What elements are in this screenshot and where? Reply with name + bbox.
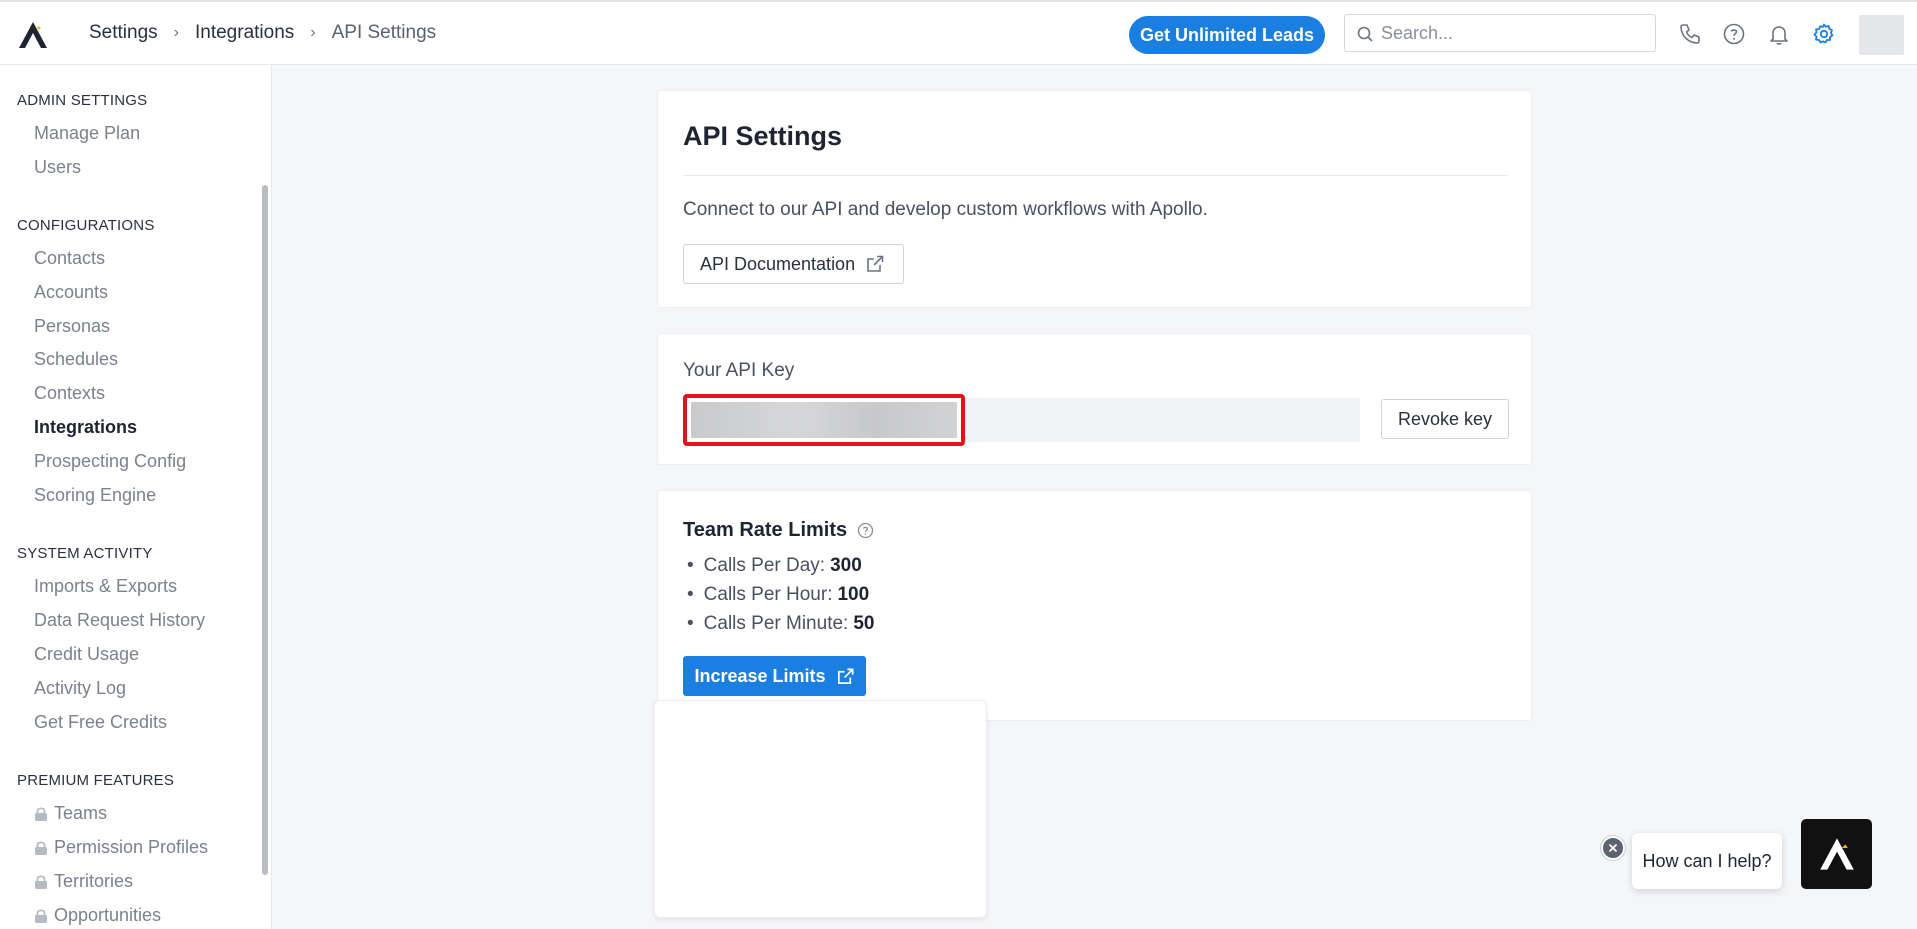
sidebar-item-activity-log[interactable]: Activity Log xyxy=(34,678,126,699)
bell-icon[interactable] xyxy=(1767,22,1791,46)
chat-close-button[interactable] xyxy=(1601,836,1625,860)
rate-limits-heading: Team Rate Limits xyxy=(683,519,874,542)
chevron-right-icon: › xyxy=(310,24,316,41)
breadcrumb: Settings › Integrations › API Settings xyxy=(89,22,436,44)
apollo-logo-icon xyxy=(1819,838,1854,870)
api-documentation-button[interactable]: API Documentation xyxy=(683,244,904,284)
list-item: Calls Per Day:300 xyxy=(683,551,874,580)
sidebar-item-get-free-credits[interactable]: Get Free Credits xyxy=(34,712,167,733)
sidebar-item-opportunities[interactable]: Opportunities xyxy=(34,905,161,926)
rate-limits-title: Team Rate Limits xyxy=(683,519,848,541)
search-input[interactable] xyxy=(1381,21,1641,45)
increase-limits-label: Increase Limits xyxy=(694,665,826,686)
chevron-right-icon: › xyxy=(173,24,179,41)
lock-icon xyxy=(35,840,47,855)
sidebar-item-schedules[interactable]: Schedules xyxy=(34,349,118,370)
sidebar-scrollbar[interactable] xyxy=(262,185,268,875)
sidebar-item-label: Territories xyxy=(54,871,134,891)
sidebar-item-label: Permission Profiles xyxy=(54,837,209,857)
search-box[interactable] xyxy=(1344,14,1656,52)
get-unlimited-leads-button[interactable]: Get Unlimited Leads xyxy=(1129,16,1325,54)
api-key-field[interactable] xyxy=(683,394,1360,446)
sidebar-item-accounts[interactable]: Accounts xyxy=(34,282,108,303)
api-key-label: Your API Key xyxy=(683,360,795,381)
api-key-highlight xyxy=(683,394,965,446)
sidebar-item-scoring-engine[interactable]: Scoring Engine xyxy=(34,485,156,506)
sidebar-item-permission-profiles[interactable]: Permission Profiles xyxy=(34,837,208,858)
lock-icon xyxy=(35,874,47,889)
list-item: Calls Per Minute:50 xyxy=(683,609,875,638)
list-item: Calls Per Hour:100 xyxy=(683,580,874,609)
sidebar-item-users[interactable]: Users xyxy=(34,157,81,178)
sidebar-item-integrations[interactable]: Integrations xyxy=(34,417,137,438)
sidebar-item-label: Teams xyxy=(54,803,108,823)
rate-limits-list: Calls Per Day:300 Calls Per Hour:100 Cal… xyxy=(683,551,875,638)
limit-value: 100 xyxy=(837,584,870,605)
limit-value: 50 xyxy=(853,613,875,634)
api-documentation-label: API Documentation xyxy=(700,253,856,274)
breadcrumb-settings[interactable]: Settings xyxy=(89,22,158,44)
sidebar-item-imports-exports[interactable]: Imports & Exports xyxy=(34,576,177,597)
sidebar-item-personas[interactable]: Personas xyxy=(34,316,110,337)
sidebar-item-credit-usage[interactable]: Credit Usage xyxy=(34,644,139,665)
limit-label: Calls Per Day: xyxy=(703,555,826,576)
limit-label: Calls Per Hour: xyxy=(703,584,833,605)
lock-icon xyxy=(35,806,47,821)
api-description: Connect to our API and develop custom wo… xyxy=(683,199,1208,220)
limit-label: Calls Per Minute: xyxy=(703,613,849,634)
section-title-configurations: CONFIGURATIONS xyxy=(17,217,155,234)
sidebar-item-data-request-history[interactable]: Data Request History xyxy=(34,610,205,631)
limit-value: 300 xyxy=(830,555,862,576)
avatar[interactable] xyxy=(1859,15,1904,55)
sidebar-item-territories[interactable]: Territories xyxy=(34,871,133,892)
page-title: API Settings xyxy=(683,121,843,151)
api-settings-card: API Settings Connect to our API and deve… xyxy=(657,90,1532,308)
sidebar-item-manage-plan[interactable]: Manage Plan xyxy=(34,123,140,144)
empty-popover-panel xyxy=(654,700,987,918)
sidebar-item-teams[interactable]: Teams xyxy=(34,803,107,824)
increase-limits-button[interactable]: Increase Limits xyxy=(683,656,866,696)
help-icon[interactable] xyxy=(857,522,874,539)
help-icon[interactable] xyxy=(1722,22,1746,46)
sidebar-item-contacts[interactable]: Contacts xyxy=(34,248,105,269)
rate-limits-card: Team Rate Limits Calls Per Day:300 Calls… xyxy=(657,490,1532,721)
breadcrumb-integrations[interactable]: Integrations xyxy=(195,22,294,44)
phone-icon[interactable] xyxy=(1678,22,1702,46)
sidebar-item-prospecting-config[interactable]: Prospecting Config xyxy=(34,451,186,472)
section-title-system-activity: SYSTEM ACTIVITY xyxy=(17,545,153,562)
search-icon xyxy=(1357,26,1373,42)
chat-prompt-bubble[interactable]: How can I help? xyxy=(1632,833,1782,889)
api-key-redacted-value[interactable] xyxy=(691,402,957,438)
settings-sidebar: ADMIN SETTINGS Manage Plan Users CONFIGU… xyxy=(0,65,272,929)
external-link-icon xyxy=(867,255,884,272)
divider xyxy=(683,175,1508,176)
breadcrumb-api-settings: API Settings xyxy=(331,22,437,43)
chat-launcher-button[interactable] xyxy=(1801,819,1872,889)
external-link-icon xyxy=(837,668,854,684)
sidebar-item-label: Opportunities xyxy=(54,905,162,925)
gear-icon[interactable] xyxy=(1812,22,1836,46)
section-title-admin-settings: ADMIN SETTINGS xyxy=(17,92,148,109)
top-bar: Settings › Integrations › API Settings G… xyxy=(0,0,1917,65)
close-icon xyxy=(1608,843,1618,853)
section-title-premium-features: PREMIUM FEATURES xyxy=(17,772,175,789)
revoke-key-button[interactable]: Revoke key xyxy=(1381,399,1509,439)
apollo-logo-icon[interactable] xyxy=(17,20,49,50)
lock-icon xyxy=(35,908,47,923)
api-key-card: Your API Key Revoke key xyxy=(657,333,1532,465)
sidebar-item-contexts[interactable]: Contexts xyxy=(34,383,105,404)
